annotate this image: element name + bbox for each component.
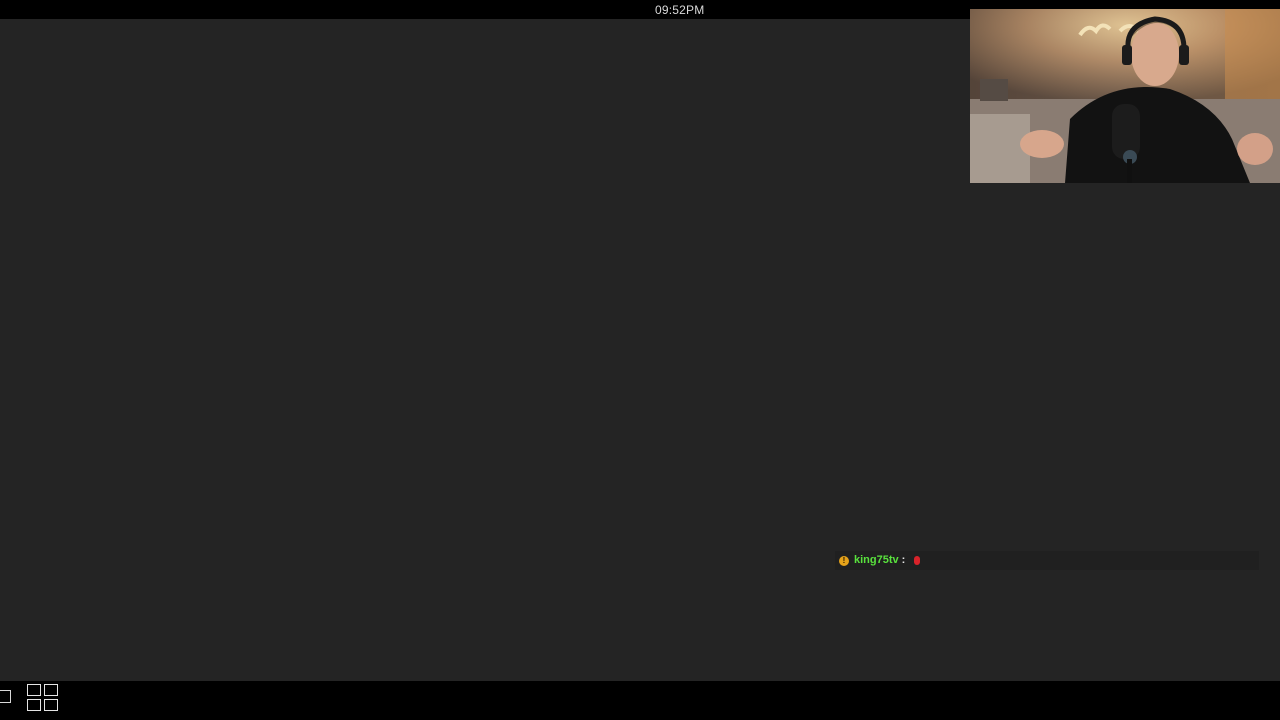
chat-username[interactable]: king75tv bbox=[854, 555, 899, 566]
grid-cell bbox=[44, 684, 58, 696]
grid-view-icon[interactable] bbox=[27, 684, 59, 712]
stream-screen: 09:52PM ! king75tv: bbox=[0, 0, 1280, 720]
bits-badge-icon: ! bbox=[839, 555, 849, 566]
clock: 09:52PM bbox=[655, 3, 705, 17]
grid-cell bbox=[27, 699, 41, 711]
chat-separator: : bbox=[901, 554, 906, 566]
grid-cell bbox=[44, 699, 58, 711]
grid-cell bbox=[27, 684, 41, 696]
taskbar bbox=[0, 681, 1280, 720]
webcam-feed-icon bbox=[970, 9, 1280, 183]
webcam-feed bbox=[970, 9, 1280, 183]
window-icon[interactable] bbox=[0, 690, 11, 703]
red-emote-icon bbox=[914, 556, 921, 565]
chat-message: ! king75tv : bbox=[835, 551, 1259, 570]
